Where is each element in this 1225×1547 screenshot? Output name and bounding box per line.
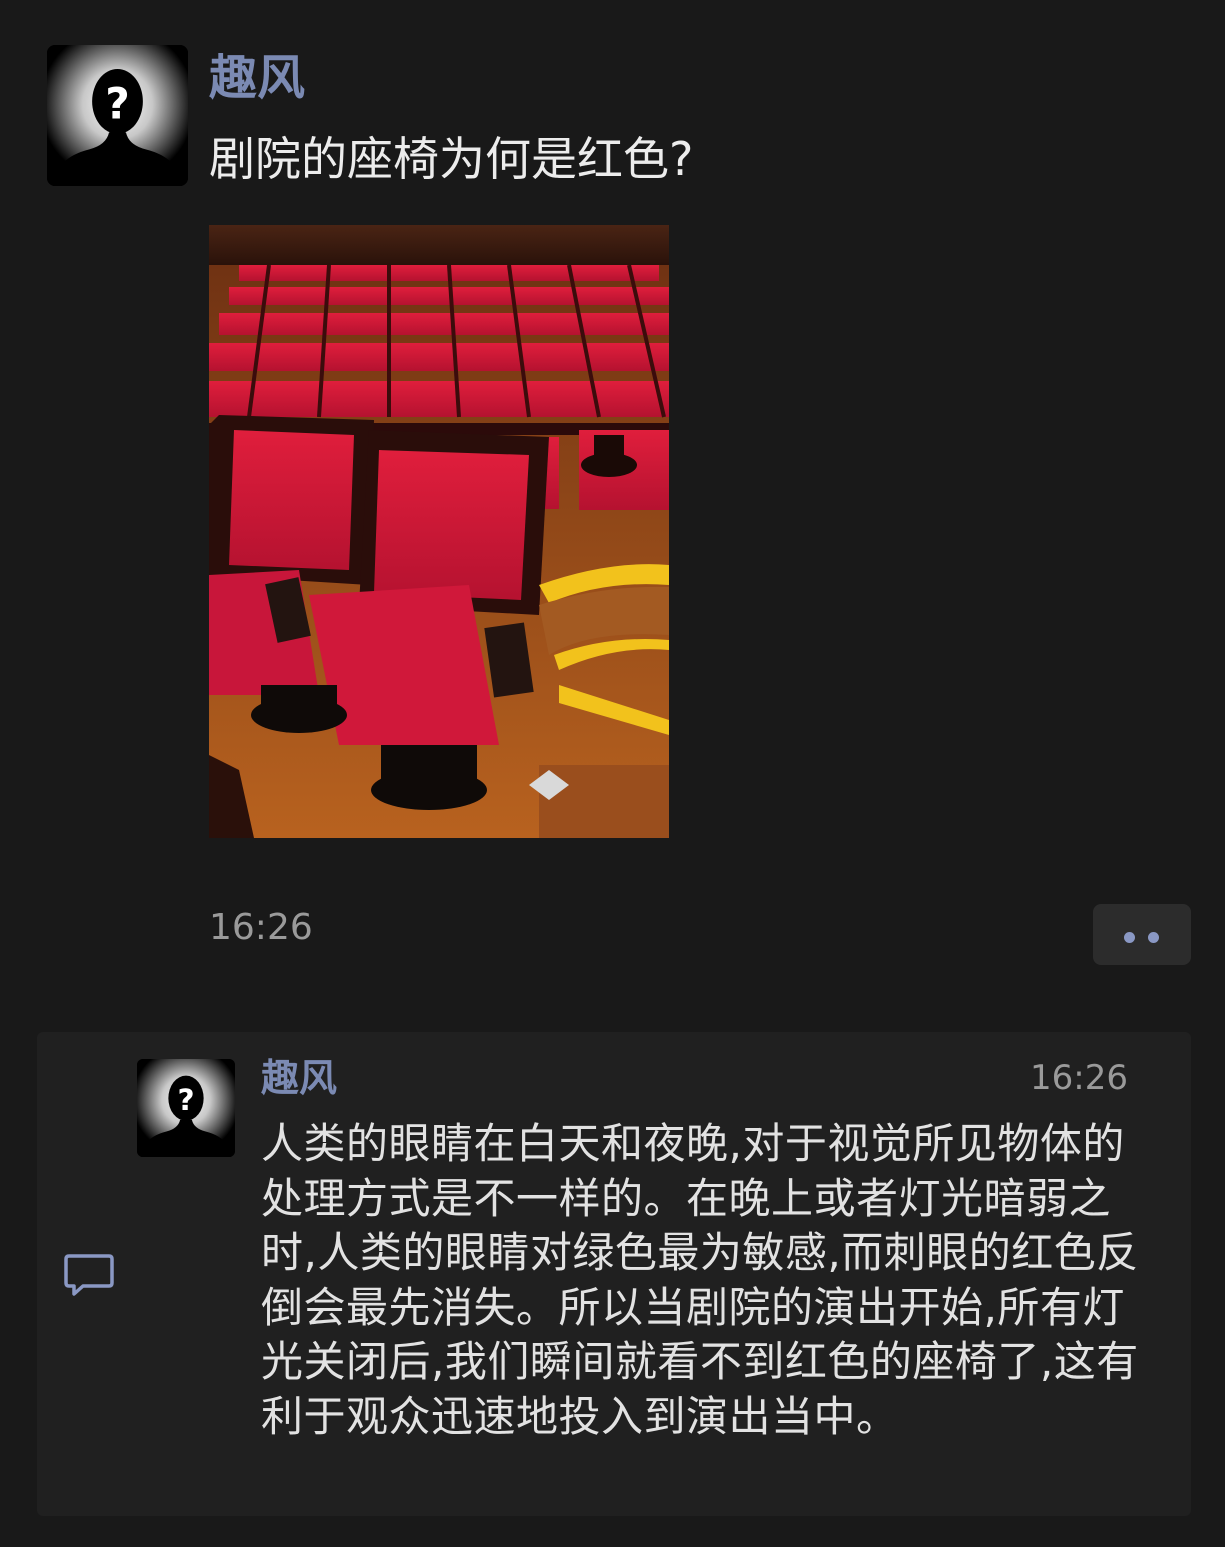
more-dot-icon [1124,932,1135,943]
comment-avatar[interactable]: ? [137,1059,235,1157]
theater-seats-photo [209,225,669,838]
more-options-button[interactable] [1093,904,1191,965]
comment-author-name[interactable]: 趣风 [261,1052,337,1104]
comment-text: 人类的眼睛在白天和夜晚,对于视觉所见物体的处理方式是不一样的。在晚上或者灯光暗弱… [261,1119,1139,1441]
comment-timestamp: 16:26 [1030,1058,1128,1098]
svg-text:?: ? [105,79,130,128]
post-avatar[interactable]: ? [47,45,188,186]
svg-text:?: ? [177,1083,194,1117]
post-photo[interactable] [209,225,669,838]
post-author-name[interactable]: 趣风 [209,48,305,108]
post-text: 剧院的座椅为何是红色? [209,132,694,186]
comment-icon[interactable] [63,1253,115,1299]
anonymous-person-icon: ? [137,1059,235,1157]
more-dot-icon [1148,932,1159,943]
anonymous-person-icon: ? [47,45,188,186]
post-timestamp: 16:26 [209,907,313,948]
